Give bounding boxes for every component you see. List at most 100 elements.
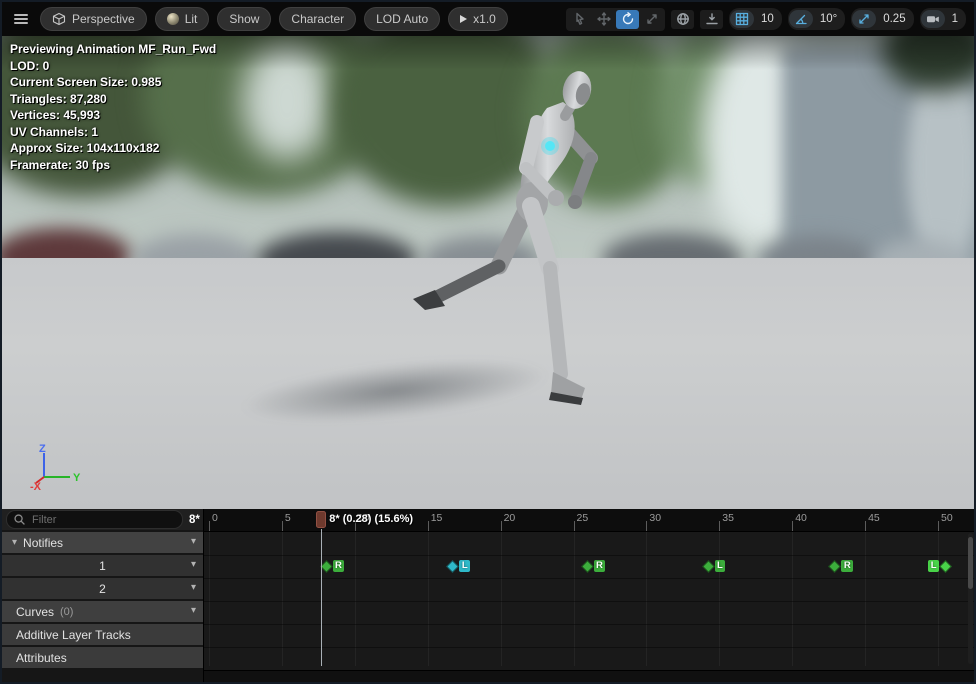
animation-editor-window: Perspective Lit Show Character LOD Auto …	[0, 0, 976, 684]
scrollbar-thumb[interactable]	[968, 537, 973, 589]
notify-diamond-icon	[702, 560, 715, 573]
character-button[interactable]: Character	[279, 7, 356, 31]
track-area[interactable]: 05101520253035404550 RLRLRL 8* (0.28) (1…	[204, 509, 974, 682]
notify-marker-R[interactable]: R	[322, 560, 345, 572]
timeline-row-label: 2	[99, 582, 106, 596]
timeline-panel: 8* ▾Notifies▾1▾2▾Curves(0)▾Additive Laye…	[2, 509, 974, 682]
timeline-row-count: (0)	[60, 606, 73, 618]
timeline-left-panel: 8* ▾Notifies▾1▾2▾Curves(0)▾Additive Laye…	[2, 509, 204, 682]
grid-snap-value[interactable]: 10	[754, 13, 781, 25]
lod-label: LOD Auto	[376, 12, 428, 26]
timeline-row-label: 1	[99, 559, 106, 573]
viewport-stat-line: Triangles: 87,280	[10, 91, 216, 108]
notify-diamond-icon	[447, 560, 460, 573]
scale-icon	[645, 12, 659, 26]
timeline-row-1[interactable]: 1▾	[2, 555, 203, 576]
lit-label: Lit	[185, 12, 198, 26]
viewport-stats: Previewing Animation MF_Run_FwdLOD: 0Cur…	[10, 41, 216, 173]
character-label: Character	[291, 12, 344, 26]
move-icon	[597, 12, 611, 26]
lod-button[interactable]: LOD Auto	[364, 7, 440, 31]
playhead-line	[321, 529, 323, 666]
notify-diamond-icon	[939, 560, 952, 573]
viewport-3d[interactable]: Previewing Animation MF_Run_FwdLOD: 0Cur…	[2, 36, 974, 509]
notify-marker-L[interactable]: L	[448, 560, 470, 572]
chevron-down-icon[interactable]: ▾	[191, 537, 196, 547]
axis-y-label: Y	[73, 472, 81, 484]
scale-snap-control[interactable]: 0.25	[851, 8, 913, 30]
timeline-row-label: Curves	[16, 605, 54, 619]
viewport-toolbar: Perspective Lit Show Character LOD Auto …	[2, 2, 974, 36]
rotation-snap-control[interactable]: 10°	[788, 8, 845, 30]
viewport-stat-line: Vertices: 45,993	[10, 107, 216, 124]
notify-diamond-icon	[829, 560, 842, 573]
notify-marker-layer: RLRLRL	[204, 509, 974, 682]
lit-sphere-icon	[167, 13, 179, 25]
angle-snap-icon	[789, 10, 813, 28]
notify-marker-L[interactable]: L	[928, 560, 950, 572]
chevron-down-icon[interactable]: ▾	[12, 538, 17, 548]
perspective-label: Perspective	[72, 12, 135, 26]
rotate-tool-button[interactable]	[616, 10, 639, 29]
grid-snap-control[interactable]: 10	[729, 8, 782, 30]
viewport-stat-line: Framerate: 30 fps	[10, 157, 216, 174]
playhead-label: 8* (0.28) (15.6%)	[329, 513, 413, 525]
hamburger-menu-icon	[14, 12, 28, 26]
viewport-stat-line: Current Screen Size: 0.985	[10, 74, 216, 91]
axis-z-label: Z	[39, 443, 46, 455]
filter-searchbox[interactable]	[6, 510, 183, 529]
lit-mode-button[interactable]: Lit	[155, 7, 210, 31]
select-tool-button[interactable]	[568, 10, 591, 29]
viewport-stat-line: UV Channels: 1	[10, 124, 216, 141]
angle-snap-value[interactable]: 10°	[813, 13, 844, 25]
grid-snap-icon	[730, 10, 754, 28]
timeline-row-notifies[interactable]: ▾ Notifies ▾	[2, 532, 203, 553]
show-button[interactable]: Show	[217, 7, 271, 31]
timeline-row-curves[interactable]: Curves (0) ▾	[2, 601, 203, 622]
scale-snap-value[interactable]: 0.25	[876, 13, 912, 25]
surface-snap-button[interactable]	[700, 10, 723, 29]
notify-marker-R[interactable]: R	[830, 560, 853, 572]
chevron-down-icon[interactable]: ▾	[191, 583, 196, 593]
camera-icon	[921, 10, 945, 28]
chest-light	[545, 141, 555, 151]
play-icon	[460, 15, 467, 23]
playhead-handle[interactable]	[316, 511, 326, 528]
translate-tool-button[interactable]	[592, 10, 615, 29]
scale-snap-icon	[852, 10, 876, 28]
perspective-button[interactable]: Perspective	[40, 7, 147, 31]
notify-letter-label: L	[715, 560, 726, 572]
filter-input[interactable]	[30, 513, 176, 527]
axis-x-label: -X	[30, 481, 42, 491]
timeline-row-list: ▾Notifies▾1▾2▾Curves(0)▾Additive Layer T…	[2, 532, 203, 668]
viewport-stat-line: LOD: 0	[10, 58, 216, 75]
current-frame-counter[interactable]: 8*	[187, 514, 202, 526]
snap-to-floor-icon	[705, 12, 719, 26]
viewport-options-button[interactable]	[10, 8, 32, 30]
speed-label: x1.0	[473, 12, 496, 26]
camera-speed-value[interactable]: 1	[945, 13, 965, 25]
preview-character-mannequin[interactable]	[387, 56, 617, 411]
camera-speed-control[interactable]: 1	[920, 8, 966, 30]
notify-letter-label: R	[841, 560, 853, 572]
show-label: Show	[229, 12, 259, 26]
search-icon	[13, 513, 26, 526]
timeline-row-label: Attributes	[16, 651, 67, 665]
timeline-row-label: Notifies	[23, 536, 63, 550]
notify-letter-label: R	[333, 560, 345, 572]
chevron-down-icon[interactable]: ▾	[191, 606, 196, 616]
viewport-stat-line: Approx Size: 104x110x182	[10, 140, 216, 157]
timeline-scrollbar[interactable]	[968, 533, 973, 664]
notify-marker-R[interactable]: R	[583, 560, 606, 572]
playback-speed-button[interactable]: x1.0	[448, 7, 508, 31]
notify-marker-L[interactable]: L	[704, 560, 726, 572]
timeline-row-additive-layer-tracks[interactable]: Additive Layer Tracks	[2, 624, 203, 645]
timeline-row-2[interactable]: 2▾	[2, 578, 203, 599]
viewport-stat-line: Previewing Animation MF_Run_Fwd	[10, 41, 216, 58]
world-local-toggle-button[interactable]	[671, 10, 694, 29]
axis-gizmo: Z Y -X	[30, 443, 90, 491]
chevron-down-icon[interactable]: ▾	[191, 560, 196, 570]
timeline-row-attributes[interactable]: Attributes	[2, 647, 203, 668]
toolbar-right-group: 10 10° 0.25 1	[566, 8, 966, 31]
scale-tool-button[interactable]	[640, 10, 663, 29]
